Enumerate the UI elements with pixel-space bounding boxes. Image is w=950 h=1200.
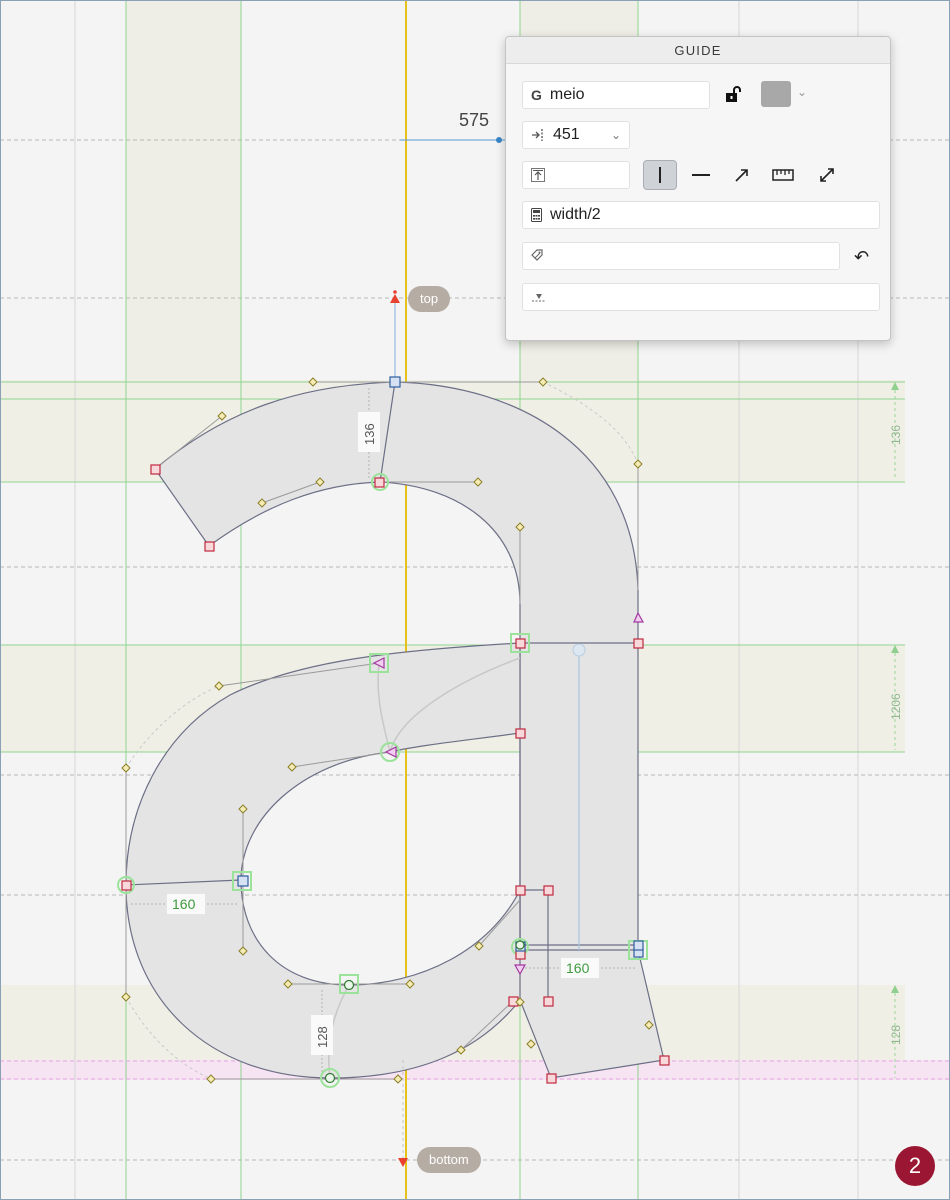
measure-top-stroke: 136 <box>362 423 377 445</box>
anchor-label-bottom[interactable]: bottom <box>417 1147 481 1173</box>
anchor-label-top[interactable]: top <box>408 286 451 312</box>
chevron-down-icon[interactable]: ⌄ <box>611 128 621 142</box>
corner-point[interactable] <box>633 638 644 649</box>
diagonal-resize-icon <box>820 168 834 182</box>
panel-title: GUIDE <box>506 37 890 64</box>
guide-position-value: 451 <box>553 126 580 143</box>
vertical-guide-tool[interactable] <box>643 160 677 190</box>
corner-point[interactable] <box>546 1073 557 1084</box>
ruler-top-value: 136 <box>889 425 903 445</box>
smooth-point[interactable] <box>389 376 401 388</box>
guide-formula-field[interactable]: width/2 <box>522 201 880 229</box>
diagonal-arrow-icon <box>735 169 748 182</box>
guide-formula-value: width/2 <box>550 206 601 223</box>
guide-name-value: meio <box>549 86 585 103</box>
smooth-point[interactable] <box>237 875 249 887</box>
smooth-point[interactable] <box>633 940 644 951</box>
vertical-line-icon <box>659 167 661 183</box>
guide-panel: GUIDE G meio ⌄ 451 ⌄ width/2 ↶ <box>505 36 891 341</box>
guide-tags-field[interactable] <box>522 242 840 270</box>
unlock-icon[interactable] <box>724 85 742 108</box>
ruler-bottom-value: 128 <box>889 1025 903 1045</box>
guide-note-field[interactable] <box>522 283 880 311</box>
horizontal-guide-tool[interactable] <box>684 160 718 190</box>
corner-point[interactable] <box>374 477 385 488</box>
guide-color-swatch[interactable] <box>761 81 791 107</box>
corner-point[interactable] <box>515 638 526 649</box>
corner-point[interactable] <box>659 1055 670 1066</box>
corner-point[interactable] <box>543 885 554 896</box>
guide-type-icon <box>531 291 547 303</box>
ruler-icon <box>772 169 794 181</box>
guide-name-field[interactable]: G meio <box>522 81 710 109</box>
anchor-top-arrow[interactable] <box>390 294 400 303</box>
ruler-middle-value: 1206 <box>889 693 903 720</box>
guide-angle-field[interactable] <box>522 161 630 189</box>
stem-center-point <box>572 643 586 657</box>
curve-point[interactable] <box>324 1072 336 1084</box>
tag-icon <box>531 249 547 263</box>
corner-point[interactable] <box>204 541 215 552</box>
measure-guide-tool[interactable] <box>766 160 800 190</box>
resize-guide-tool[interactable] <box>810 160 844 190</box>
coordinate-readout: 575 <box>455 110 494 131</box>
corner-point[interactable] <box>121 880 132 891</box>
curve-point[interactable] <box>343 979 355 991</box>
coordinate-dot <box>496 137 502 143</box>
chevron-down-icon[interactable]: ⌄ <box>797 85 807 99</box>
curve-point[interactable] <box>515 940 525 950</box>
corner-point[interactable] <box>150 464 161 475</box>
angled-guide-tool[interactable] <box>725 160 759 190</box>
undo-icon[interactable]: ↶ <box>854 247 869 268</box>
position-icon <box>531 129 545 141</box>
step-number-badge: 2 <box>895 1146 935 1186</box>
corner-point[interactable] <box>543 996 554 1007</box>
measure-stem-stroke: 160 <box>566 960 590 976</box>
handle-point[interactable] <box>121 763 131 773</box>
guide-position-field[interactable]: 451 ⌄ <box>522 121 630 149</box>
corner-point[interactable] <box>515 885 526 896</box>
calculator-icon <box>531 208 542 222</box>
column-band <box>126 0 241 380</box>
measure-bowl-stroke: 160 <box>172 896 196 912</box>
glyph-editor-canvas[interactable]: 136 160 160 128 136 1206 128 575 top bot… <box>0 0 950 1200</box>
corner-point[interactable] <box>515 728 526 739</box>
guide-name-prefix: G <box>531 87 542 103</box>
measure-bottom-stroke: 128 <box>315 1026 330 1048</box>
anchor-top-dot <box>393 290 397 294</box>
baseline-band <box>0 1060 950 1080</box>
horizontal-line-icon <box>692 174 710 176</box>
align-top-icon <box>531 168 545 182</box>
